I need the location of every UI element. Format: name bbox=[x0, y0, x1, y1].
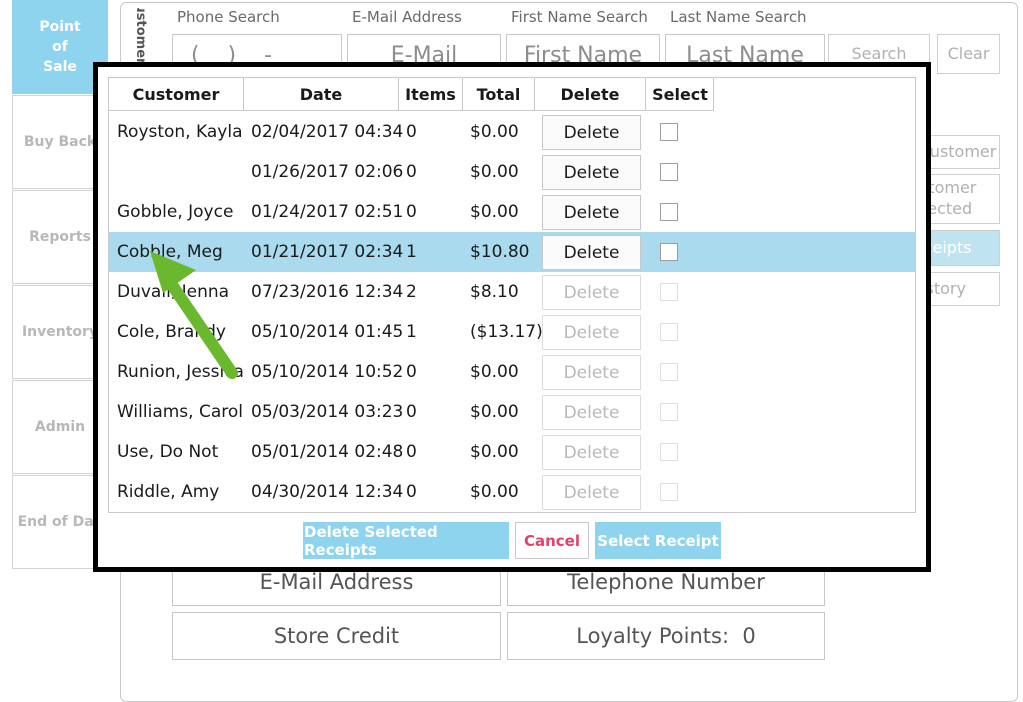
date-cell: 05/01/2014 02:48 bbox=[251, 442, 404, 462]
receipts-dialog: Customer Date Items Total Delete Select … bbox=[93, 62, 931, 572]
email-search-label: E-Mail Address bbox=[352, 8, 462, 26]
receipts-table: Customer Date Items Total Delete Select … bbox=[108, 77, 916, 513]
items-cell: 1 bbox=[406, 242, 417, 262]
table-row[interactable]: Gobble, Joyce 01/24/2017 02:51 0 $0.00 Delet… bbox=[109, 192, 915, 232]
select-receipt-button[interactable]: Select Receipt bbox=[595, 522, 721, 559]
delete-receipt-button[interactable]: Delete bbox=[542, 355, 641, 390]
date-cell: 01/21/2017 02:34 bbox=[251, 242, 404, 262]
items-cell: 0 bbox=[406, 442, 417, 462]
items-cell: 0 bbox=[406, 402, 417, 422]
date-cell: 05/10/2014 01:45 bbox=[251, 322, 404, 342]
table-header: Customer Date Items Total Delete Select bbox=[109, 78, 714, 111]
delete-receipt-button[interactable]: Delete bbox=[542, 155, 641, 190]
table-row[interactable]: Duvall, Jenna 07/23/2016 12:34 2 $8.10 Delet… bbox=[109, 272, 915, 312]
delete-receipt-button[interactable]: Delete bbox=[542, 435, 641, 470]
phone-search-label: Phone Search bbox=[177, 8, 280, 26]
col-delete[interactable]: Delete bbox=[535, 78, 646, 110]
date-cell: 02/04/2017 04:34 bbox=[251, 122, 404, 142]
customer-cell: Cobble, Meg bbox=[117, 242, 223, 262]
table-row[interactable]: Cobble, Meg 01/21/2017 02:34 1 $10.80 Delete bbox=[109, 232, 915, 272]
delete-selected-receipts-button[interactable]: Delete Selected Receipts bbox=[303, 522, 509, 559]
clear-button[interactable]: Clear bbox=[937, 34, 1000, 74]
items-cell: 1 bbox=[406, 322, 417, 342]
select-checkbox[interactable] bbox=[660, 203, 678, 221]
col-date[interactable]: Date bbox=[244, 78, 399, 110]
items-cell: 0 bbox=[406, 202, 417, 222]
delete-receipt-button[interactable]: Delete bbox=[542, 475, 641, 510]
first-name-search-label: First Name Search bbox=[511, 8, 648, 26]
total-cell: $0.00 bbox=[470, 202, 519, 222]
total-cell: $0.00 bbox=[470, 122, 519, 142]
customer-cell: Royston, Kayla bbox=[117, 122, 243, 142]
table-row[interactable]: Williams, Carol 05/03/2014 03:23 0 $0.00 Del… bbox=[109, 392, 915, 432]
customer-cell: Runion, Jessica bbox=[117, 362, 244, 382]
cancel-button[interactable]: Cancel bbox=[515, 522, 589, 559]
items-cell: 0 bbox=[406, 482, 417, 502]
delete-receipt-button[interactable]: Delete bbox=[542, 235, 641, 270]
customer-cell: Cole, Brandy bbox=[117, 322, 226, 342]
total-cell: $10.80 bbox=[470, 242, 530, 262]
delete-receipt-button[interactable]: Delete bbox=[542, 195, 641, 230]
customer-tab-label: Customer bbox=[133, 8, 148, 65]
col-customer[interactable]: Customer bbox=[109, 78, 244, 110]
customer-cell: Riddle, Amy bbox=[117, 482, 220, 502]
col-total[interactable]: Total bbox=[463, 78, 535, 110]
store-credit-field: Store Credit bbox=[172, 612, 501, 660]
select-checkbox[interactable] bbox=[660, 123, 678, 141]
total-cell: ($13.17) bbox=[470, 322, 543, 342]
loyalty-points-field: Loyalty Points: 0 bbox=[507, 612, 825, 660]
customer-tab[interactable]: Customer bbox=[124, 8, 154, 68]
select-checkbox[interactable] bbox=[660, 483, 678, 501]
table-row[interactable]: Use, Do Not 05/01/2014 02:48 0 $0.00 Delete bbox=[109, 432, 915, 472]
delete-receipt-button[interactable]: Delete bbox=[542, 275, 641, 310]
items-cell: 2 bbox=[406, 282, 417, 302]
total-cell: $0.00 bbox=[470, 362, 519, 382]
date-cell: 04/30/2014 12:34 bbox=[251, 482, 404, 502]
customer-cell: Use, Do Not bbox=[117, 442, 219, 462]
total-cell: $8.10 bbox=[470, 282, 519, 302]
total-cell: $0.00 bbox=[470, 402, 519, 422]
select-checkbox[interactable] bbox=[660, 443, 678, 461]
table-row[interactable]: Royston, Kayla 02/04/2017 04:34 0 $0.00 Dele… bbox=[109, 112, 915, 152]
items-cell: 0 bbox=[406, 162, 417, 182]
table-row[interactable]: Cole, Brandy 05/10/2014 01:45 1 ($13.17) Del… bbox=[109, 312, 915, 352]
table-row[interactable]: Runion, Jessica 05/10/2014 10:52 0 $0.00 Del… bbox=[109, 352, 915, 392]
date-cell: 05/10/2014 10:52 bbox=[251, 362, 404, 382]
date-cell: 01/26/2017 02:06 bbox=[251, 162, 404, 182]
table-row[interactable]: 01/26/2017 02:06 0 $0.00 Delete bbox=[109, 152, 915, 192]
customer-cell: Williams, Carol bbox=[117, 402, 243, 422]
select-checkbox[interactable] bbox=[660, 323, 678, 341]
total-cell: $0.00 bbox=[470, 442, 519, 462]
items-cell: 0 bbox=[406, 122, 417, 142]
items-cell: 0 bbox=[406, 362, 417, 382]
delete-receipt-button[interactable]: Delete bbox=[542, 115, 641, 150]
total-cell: $0.00 bbox=[470, 162, 519, 182]
delete-receipt-button[interactable]: Delete bbox=[542, 315, 641, 350]
delete-receipt-button[interactable]: Delete bbox=[542, 395, 641, 430]
customer-cell: Gobble, Joyce bbox=[117, 202, 234, 222]
date-cell: 01/24/2017 02:51 bbox=[251, 202, 404, 222]
select-checkbox[interactable] bbox=[660, 243, 678, 261]
date-cell: 07/23/2016 12:34 bbox=[251, 282, 404, 302]
col-select[interactable]: Select bbox=[646, 78, 714, 110]
table-row[interactable]: Riddle, Amy 04/30/2014 12:34 0 $0.00 Delete bbox=[109, 472, 915, 512]
col-items[interactable]: Items bbox=[399, 78, 463, 110]
select-checkbox[interactable] bbox=[660, 403, 678, 421]
date-cell: 05/03/2014 03:23 bbox=[251, 402, 404, 422]
select-checkbox[interactable] bbox=[660, 283, 678, 301]
customer-cell: Duvall, Jenna bbox=[117, 282, 230, 302]
select-checkbox[interactable] bbox=[660, 163, 678, 181]
last-name-search-label: Last Name Search bbox=[670, 8, 807, 26]
select-checkbox[interactable] bbox=[660, 363, 678, 381]
total-cell: $0.00 bbox=[470, 482, 519, 502]
